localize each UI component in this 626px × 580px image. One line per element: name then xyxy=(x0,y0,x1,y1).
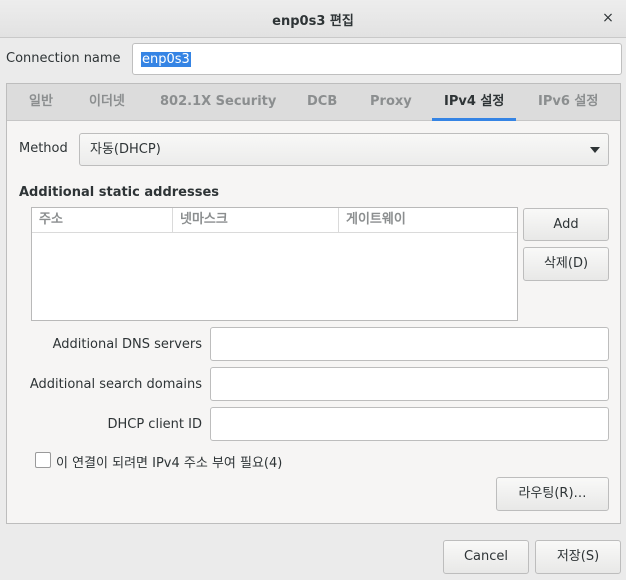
ipv4-panel: Method 자동(DHCP) Additional static addres… xyxy=(7,121,620,523)
window-title: enp0s3 편집 xyxy=(272,14,354,29)
tab-bar: 일반 이더넷 802.1X Security DCB Proxy IPv4 설정… xyxy=(7,84,620,121)
method-dropdown[interactable]: 자동(DHCP) xyxy=(79,133,609,166)
routes-button[interactable]: 라우팅(R)… xyxy=(496,477,609,511)
tab-ipv4-settings[interactable]: IPv4 설정 xyxy=(431,84,517,121)
dhcp-client-id-input[interactable] xyxy=(210,407,609,441)
search-domains-label: Additional search domains xyxy=(29,377,202,392)
tab-general[interactable]: 일반 xyxy=(29,84,53,121)
method-value: 자동(DHCP) xyxy=(90,142,161,157)
save-button[interactable]: 저장(S) xyxy=(535,540,621,574)
addresses-heading: Additional static addresses xyxy=(19,185,220,200)
tab-8021x-security[interactable]: 802.1X Security xyxy=(160,84,276,121)
dhcp-client-id-label: DHCP client ID xyxy=(107,417,202,432)
column-address[interactable]: 주소 xyxy=(32,208,172,233)
dns-servers-label: Additional DNS servers xyxy=(52,337,202,352)
dns-servers-input[interactable] xyxy=(210,327,609,361)
require-ipv4-label[interactable]: 이 연결이 되려면 IPv4 주소 부여 필요(4) xyxy=(56,452,282,471)
chevron-down-icon xyxy=(590,147,600,153)
require-ipv4-checkbox[interactable] xyxy=(35,452,51,468)
column-gateway[interactable]: 게이트웨이 xyxy=(338,208,517,233)
close-icon[interactable]: × xyxy=(598,8,618,28)
column-netmask[interactable]: 넷마스크 xyxy=(172,208,338,233)
title-bar: enp0s3 편집 × xyxy=(0,0,626,38)
addresses-table[interactable]: 주소 넷마스크 게이트웨이 xyxy=(31,207,518,321)
tab-ethernet[interactable]: 이더넷 xyxy=(89,84,125,121)
connection-name-input[interactable]: enp0s3 xyxy=(132,43,622,75)
connection-name-label: Connection name xyxy=(6,51,121,66)
connection-name-value: enp0s3 xyxy=(141,52,191,67)
tab-proxy[interactable]: Proxy xyxy=(370,84,412,121)
settings-notebook: 일반 이더넷 802.1X Security DCB Proxy IPv4 설정… xyxy=(6,83,621,524)
add-address-button[interactable]: Add xyxy=(523,208,609,241)
tab-ipv6-settings[interactable]: IPv6 설정 xyxy=(538,84,598,121)
method-label: Method xyxy=(19,141,68,156)
cancel-button[interactable]: Cancel xyxy=(443,540,529,574)
delete-address-button[interactable]: 삭제(D) xyxy=(523,247,609,281)
search-domains-input[interactable] xyxy=(210,367,609,401)
addresses-table-header: 주소 넷마스크 게이트웨이 xyxy=(32,208,517,233)
tab-dcb[interactable]: DCB xyxy=(307,84,337,121)
